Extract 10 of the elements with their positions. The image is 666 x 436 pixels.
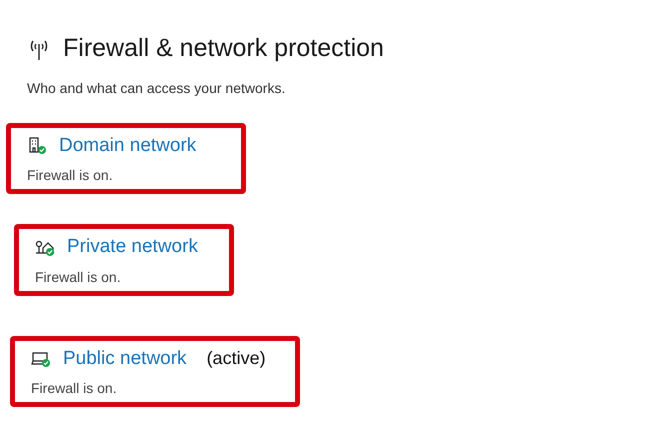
network-link[interactable]: Public network	[63, 344, 187, 373]
page-title: Firewall & network protection	[63, 33, 384, 64]
firewall-status: Firewall is on.	[31, 379, 118, 398]
building-icon	[27, 136, 47, 156]
network-link[interactable]: Private network	[67, 233, 198, 262]
firewall-status: Firewall is on.	[35, 268, 122, 286]
active-label: (active)	[206, 347, 266, 370]
page-subtitle: Who and what can access your networks.	[26, 78, 286, 98]
firewall-status: Firewall is on.	[27, 166, 114, 185]
network-link[interactable]: Domain network	[59, 132, 196, 160]
